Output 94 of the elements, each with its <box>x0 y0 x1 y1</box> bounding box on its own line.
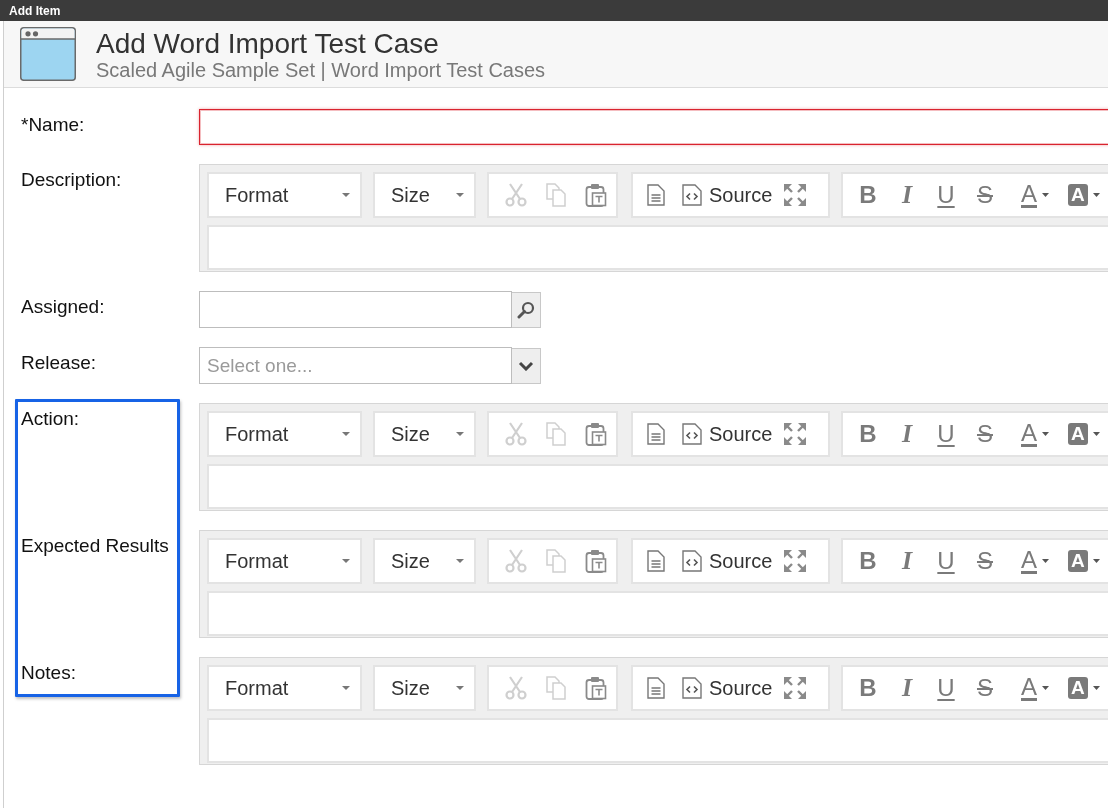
caret-icon <box>456 686 464 690</box>
code-file-icon <box>682 677 702 699</box>
source-button[interactable]: Source <box>682 183 773 207</box>
page-title: Add Word Import Test Case <box>96 27 439 59</box>
size-dropdown[interactable]: Size <box>373 411 476 457</box>
select-field[interactable]: Select one... <box>199 347 512 384</box>
background-color-button[interactable]: A <box>1068 673 1100 703</box>
copy-icon <box>545 183 567 207</box>
field-label: Release: <box>21 352 96 374</box>
bold-button[interactable]: B <box>855 180 881 210</box>
caret-icon <box>456 432 464 436</box>
italic-button[interactable]: I <box>894 180 920 210</box>
document-icon <box>647 550 665 572</box>
field-label: Description: <box>21 169 122 191</box>
strikethrough-button[interactable]: S <box>972 419 998 449</box>
search-button[interactable] <box>512 292 541 328</box>
code-file-icon <box>682 184 702 206</box>
clipboard-icon <box>585 183 607 207</box>
copy-icon <box>545 549 567 573</box>
field-label: Action: <box>21 408 80 430</box>
underline-button[interactable]: U <box>933 419 959 449</box>
caret-icon <box>456 559 464 563</box>
italic-button[interactable]: I <box>894 673 920 703</box>
source-button[interactable]: Source <box>682 422 773 446</box>
text-color-button[interactable]: A <box>1021 673 1049 703</box>
caret-icon <box>1092 193 1100 197</box>
caret-icon <box>342 193 350 197</box>
scissors-icon <box>505 676 527 700</box>
field-label: Assigned: <box>21 296 105 318</box>
field-label: Expected Results <box>21 535 169 557</box>
text-input[interactable] <box>199 291 512 328</box>
window-title: Add Item <box>9 3 61 18</box>
expand-arrows-icon <box>783 549 808 573</box>
format-dropdown[interactable]: Format <box>207 665 362 711</box>
format-dropdown[interactable]: Format <box>207 411 362 457</box>
text-input[interactable] <box>199 109 1108 145</box>
field-label: Notes: <box>21 662 76 684</box>
size-dropdown[interactable]: Size <box>373 538 476 584</box>
strikethrough-button[interactable]: S <box>972 546 998 576</box>
caret-icon <box>342 432 350 436</box>
bold-button[interactable]: B <box>855 673 881 703</box>
copy-icon <box>545 422 567 446</box>
scissors-icon <box>505 422 527 446</box>
caret-icon <box>456 193 464 197</box>
expand-arrows-icon <box>783 676 808 700</box>
strikethrough-button[interactable]: S <box>972 180 998 210</box>
expand-arrows-icon <box>783 183 808 207</box>
code-file-icon <box>682 550 702 572</box>
copy-icon <box>545 676 567 700</box>
caret-icon <box>1042 193 1049 197</box>
bold-button[interactable]: B <box>855 546 881 576</box>
size-dropdown[interactable]: Size <box>373 665 476 711</box>
format-dropdown[interactable]: Format <box>207 538 362 584</box>
source-button[interactable]: Source <box>682 676 773 700</box>
caret-icon <box>342 559 350 563</box>
search-icon <box>517 301 535 319</box>
clipboard-icon <box>585 676 607 700</box>
field-label: *Name: <box>21 114 85 136</box>
code-file-icon <box>682 423 702 445</box>
underline-button[interactable]: U <box>933 180 959 210</box>
background-color-button[interactable]: A <box>1068 546 1100 576</box>
clipboard-icon <box>585 422 607 446</box>
underline-button[interactable]: U <box>933 673 959 703</box>
italic-button[interactable]: I <box>894 546 920 576</box>
size-dropdown[interactable]: Size <box>373 172 476 218</box>
dropdown-button[interactable] <box>512 348 541 384</box>
document-icon <box>647 184 665 206</box>
window-icon <box>20 27 76 81</box>
text-color-button[interactable]: A <box>1021 180 1049 210</box>
document-icon <box>647 677 665 699</box>
underline-button[interactable]: U <box>933 546 959 576</box>
bold-button[interactable]: B <box>855 419 881 449</box>
breadcrumb: Scaled Agile Sample Set | Word Import Test Cases <box>96 58 546 81</box>
italic-button[interactable]: I <box>894 419 920 449</box>
text-color-button[interactable]: A <box>1021 419 1049 449</box>
document-icon <box>647 423 665 445</box>
format-dropdown[interactable]: Format <box>207 172 362 218</box>
scissors-icon <box>505 549 527 573</box>
background-color-button[interactable]: A <box>1068 419 1100 449</box>
chevron-down-icon <box>518 361 534 371</box>
caret-icon <box>1042 559 1049 563</box>
text-color-button[interactable]: A <box>1021 546 1049 576</box>
strikethrough-button[interactable]: S <box>972 673 998 703</box>
scissors-icon <box>505 183 527 207</box>
caret-icon <box>1042 686 1049 690</box>
expand-arrows-icon <box>783 422 808 446</box>
source-button[interactable]: Source <box>682 549 773 573</box>
caret-icon <box>1092 432 1100 436</box>
clipboard-icon <box>585 549 607 573</box>
caret-icon <box>1092 686 1100 690</box>
caret-icon <box>1042 432 1049 436</box>
background-color-button[interactable]: A <box>1068 180 1100 210</box>
caret-icon <box>1092 559 1100 563</box>
caret-icon <box>342 686 350 690</box>
